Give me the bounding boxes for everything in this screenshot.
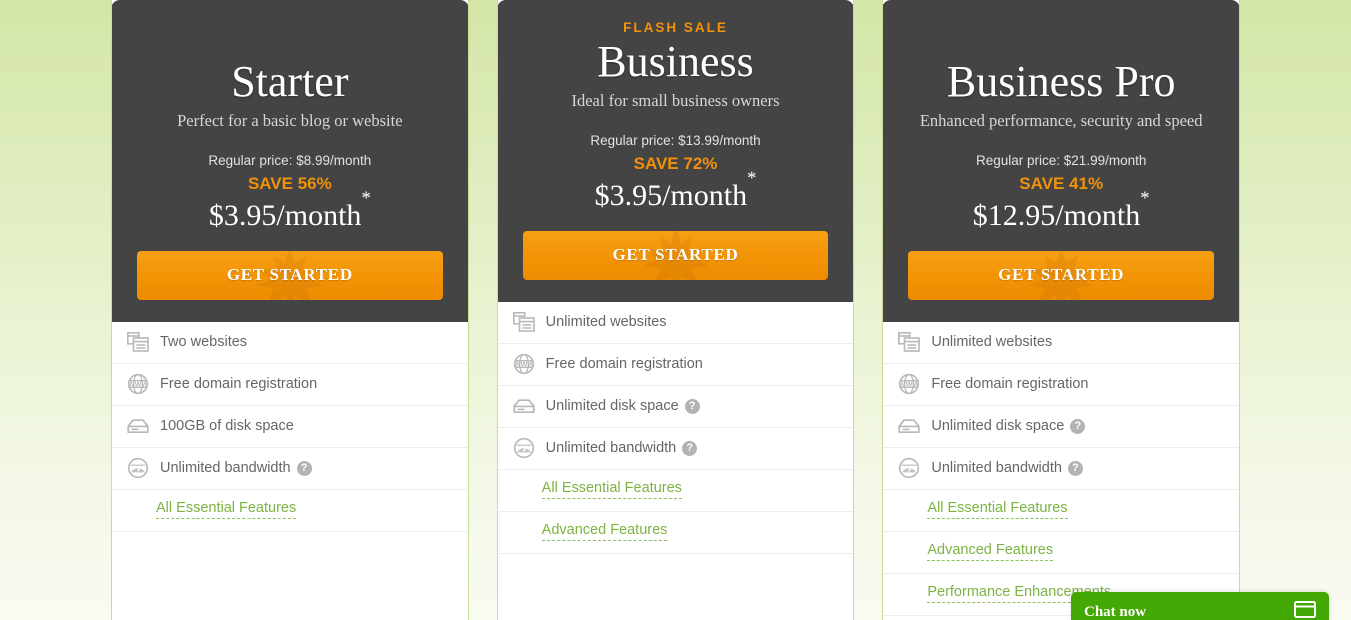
feature-link[interactable]: Advanced Features [927,542,1054,562]
feature-list: Two websites WWW Free domain registration 1… [112,321,468,532]
plan-name: Starter [231,57,349,107]
disk-drive-icon [502,398,546,414]
plan-tagline: Ideal for small business owners [571,90,780,110]
get-started-label: GET STARTED [612,244,739,264]
disk-drive-icon [116,418,160,434]
sale-price: $12.95/month* [972,187,1150,233]
sale-price: $3.95/month* [594,167,757,213]
save-percent: SAVE 41% [1019,173,1104,193]
pricing-card: Starter Perfect for a basic blog or websi… [111,0,469,620]
help-icon[interactable]: ? [1067,460,1083,476]
feature-row: Unlimited bandwidth? [497,428,854,470]
get-started-label: GET STARTED [998,264,1125,284]
www-globe-icon: WWW [116,373,160,395]
get-started-button[interactable]: GET STARTED [522,230,829,280]
svg-text:WWW: WWW [128,379,149,388]
plan-name: Business Pro [946,57,1176,107]
feature-row: WWW Free domain registration [497,344,854,386]
svg-text:WWW: WWW [899,379,920,388]
feature-list: Unlimited websites WWW Free domain registr… [883,321,1240,620]
flash-sale-badge: FLASH SALE [623,20,728,35]
bandwidth-gauge-icon [116,457,160,479]
feature-label: Unlimited websites [545,313,667,330]
help-icon[interactable]: ? [296,460,312,476]
feature-label: Free domain registration [160,375,318,392]
feature-link-row: Advanced Features [883,532,1240,574]
websites-icon [502,312,546,332]
feature-link[interactable]: All Essential Features [541,480,682,500]
price-asterisk: * [1140,187,1150,209]
plan-tagline: Perfect for a basic blog or website [177,110,403,130]
feature-row: Unlimited bandwidth? [883,448,1240,490]
feature-label: Unlimited bandwidth? [160,460,312,476]
plan-header: FLASH SALE Business Ideal for small busine… [497,0,854,302]
feature-row: Unlimited disk space? [497,386,854,428]
feature-label: Two websites [160,333,248,350]
chat-now-widget[interactable]: Chat now [1071,592,1329,620]
regular-price: Regular price: $8.99/month [208,153,372,169]
feature-label: Unlimited disk space? [931,418,1086,434]
pricing-plans-container: Starter Perfect for a basic blog or websi… [111,0,1241,620]
feature-list: Unlimited websites WWW Free domain registr… [497,301,854,554]
feature-label: Unlimited bandwidth? [931,460,1083,476]
feature-link[interactable]: All Essential Features [927,500,1068,520]
help-icon[interactable]: ? [682,440,698,456]
feature-link-row: All Essential Features [497,470,854,512]
feature-row: Unlimited disk space? [883,406,1240,448]
feature-row: Unlimited websites [497,302,854,344]
get-started-label: GET STARTED [226,264,353,284]
disk-drive-icon [887,418,931,434]
regular-price: Regular price: $13.99/month [590,133,761,149]
save-percent: SAVE 56% [247,173,332,193]
feature-label: Unlimited disk space? [546,398,700,414]
www-globe-icon: WWW [502,353,546,375]
feature-label: Unlimited bandwidth? [546,440,698,456]
help-icon[interactable]: ? [684,398,700,414]
pricing-card: FLASH SALE Business Ideal for small busine… [496,0,855,620]
chat-now-label: Chat now [1084,604,1147,620]
websites-icon [887,332,931,352]
svg-text:WWW: WWW [513,359,534,368]
plan-header: Starter Perfect for a basic blog or websi… [111,0,468,322]
feature-link[interactable]: All Essential Features [156,500,297,520]
feature-link[interactable]: Advanced Features [541,522,668,542]
feature-row: Unlimited websites [883,322,1240,364]
plan-name: Business [597,37,754,87]
feature-link-row: All Essential Features [883,490,1240,532]
www-globe-icon: WWW [887,373,931,395]
save-percent: SAVE 72% [633,153,718,173]
bandwidth-gauge-icon [887,457,931,479]
plan-header: Business Pro Enhanced performance, securi… [883,0,1240,322]
help-icon[interactable]: ? [1070,418,1086,434]
feature-link-row: Advanced Features [497,512,854,554]
feature-row: Unlimited bandwidth? [112,448,468,490]
feature-row: Two websites [112,322,468,364]
feature-label: 100GB of disk space [160,417,294,434]
pricing-card: Business Pro Enhanced performance, securi… [882,0,1241,620]
feature-row: WWW Free domain registration [883,364,1240,406]
feature-label: Unlimited websites [931,333,1053,350]
get-started-button[interactable]: GET STARTED [908,250,1215,300]
plan-tagline: Enhanced performance, security and speed [919,110,1203,130]
feature-label: Free domain registration [545,355,703,372]
price-asterisk: * [361,187,371,209]
price-asterisk: * [747,167,757,189]
sale-price: $3.95/month* [208,187,371,233]
websites-icon [116,332,160,352]
regular-price: Regular price: $21.99/month [976,153,1147,169]
feature-label: Free domain registration [931,375,1089,392]
bandwidth-gauge-icon [502,437,546,459]
get-started-button[interactable]: GET STARTED [137,250,443,300]
chat-window-icon [1294,590,1316,620]
feature-row: WWW Free domain registration [112,364,468,406]
feature-link-row: All Essential Features [112,490,468,532]
feature-row: 100GB of disk space [112,406,468,448]
